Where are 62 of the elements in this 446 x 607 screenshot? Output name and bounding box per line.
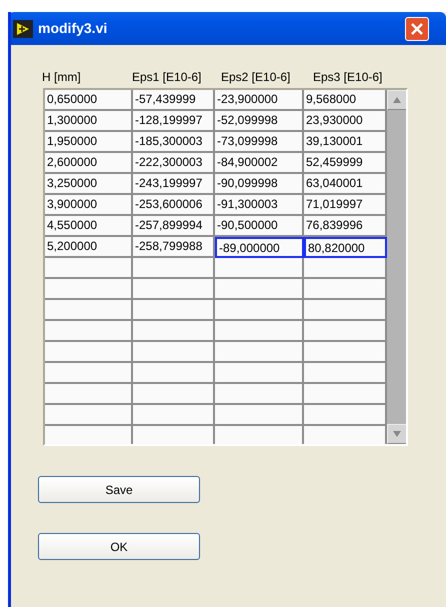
empty-cell[interactable] — [215, 405, 304, 426]
table-cell[interactable]: -128,199997 — [133, 111, 215, 132]
empty-cell[interactable] — [45, 258, 133, 279]
dialog-button[interactable]: Save — [38, 476, 200, 503]
empty-cell[interactable] — [45, 363, 133, 384]
close-button[interactable] — [405, 16, 429, 40]
empty-cell[interactable] — [133, 321, 215, 342]
table-cell[interactable]: -90,500000 — [215, 216, 304, 237]
empty-cell[interactable] — [215, 300, 304, 321]
scroll-up-icon[interactable] — [387, 90, 406, 110]
column-header: H [mm] — [42, 69, 82, 86]
table-cell[interactable]: -185,300003 — [133, 132, 215, 153]
table-cell[interactable]: -243,199997 — [133, 174, 215, 195]
table-cell[interactable]: 2,600000 — [45, 153, 133, 174]
empty-cell[interactable] — [133, 342, 215, 363]
table-cell[interactable]: -257,899994 — [133, 216, 215, 237]
empty-cell[interactable] — [215, 384, 304, 405]
table-cell[interactable]: -253,600006 — [133, 195, 215, 216]
column-header: Eps3 [E10-6] — [313, 69, 384, 86]
empty-cell[interactable] — [215, 279, 304, 300]
column-header: Eps1 [E10-6] — [132, 69, 202, 86]
dialog-button[interactable]: OK — [38, 533, 200, 560]
table-cell[interactable]: -91,300003 — [215, 195, 304, 216]
table-cell[interactable]: 3,900000 — [45, 195, 133, 216]
table-cell[interactable]: -258,799988 — [133, 237, 215, 258]
empty-cell[interactable] — [45, 405, 133, 426]
empty-cell[interactable] — [215, 363, 304, 384]
empty-cell[interactable] — [133, 279, 215, 300]
table-cell[interactable]: 5,200000 — [45, 237, 133, 258]
app-icon — [12, 18, 34, 38]
empty-cell[interactable] — [45, 342, 133, 363]
empty-cell[interactable] — [133, 405, 215, 426]
empty-cell[interactable] — [45, 300, 133, 321]
table-cell[interactable]: -52,099998 — [215, 111, 304, 132]
empty-cell[interactable] — [215, 321, 304, 342]
table-cell[interactable]: -222,300003 — [133, 153, 215, 174]
table-cell[interactable]: 0,650000 — [45, 90, 133, 111]
table-cell[interactable]: -84,900002 — [215, 153, 304, 174]
empty-cell[interactable] — [45, 279, 133, 300]
empty-cell[interactable] — [45, 384, 133, 405]
table-cell[interactable]: 1,950000 — [45, 132, 133, 153]
table-cell[interactable]: -23,900000 — [215, 90, 304, 111]
empty-cell[interactable] — [133, 384, 215, 405]
empty-cell[interactable] — [215, 258, 304, 279]
close-icon — [410, 22, 424, 36]
table-cell[interactable]: 1,300000 — [45, 111, 133, 132]
empty-cell[interactable] — [215, 342, 304, 363]
window-title: modify3.vi — [38, 19, 108, 38]
table-cell[interactable]: 80,820000 — [304, 237, 387, 258]
empty-cell[interactable] — [45, 321, 133, 342]
table-cell[interactable]: -57,439999 — [133, 90, 215, 111]
table-cell[interactable]: 4,550000 — [45, 216, 133, 237]
table-cell[interactable]: 3,250000 — [45, 174, 133, 195]
table-cell[interactable]: -90,099998 — [215, 174, 304, 195]
scrollbar[interactable] — [387, 90, 406, 444]
table-cell[interactable]: -89,000000 — [215, 237, 304, 258]
table-cell[interactable]: -73,099998 — [215, 132, 304, 153]
column-header: Eps2 [E10-6] — [221, 69, 292, 86]
empty-cell[interactable] — [133, 363, 215, 384]
empty-cell[interactable] — [133, 300, 215, 321]
empty-cell[interactable] — [133, 258, 215, 279]
scroll-down-icon[interactable] — [387, 424, 406, 444]
